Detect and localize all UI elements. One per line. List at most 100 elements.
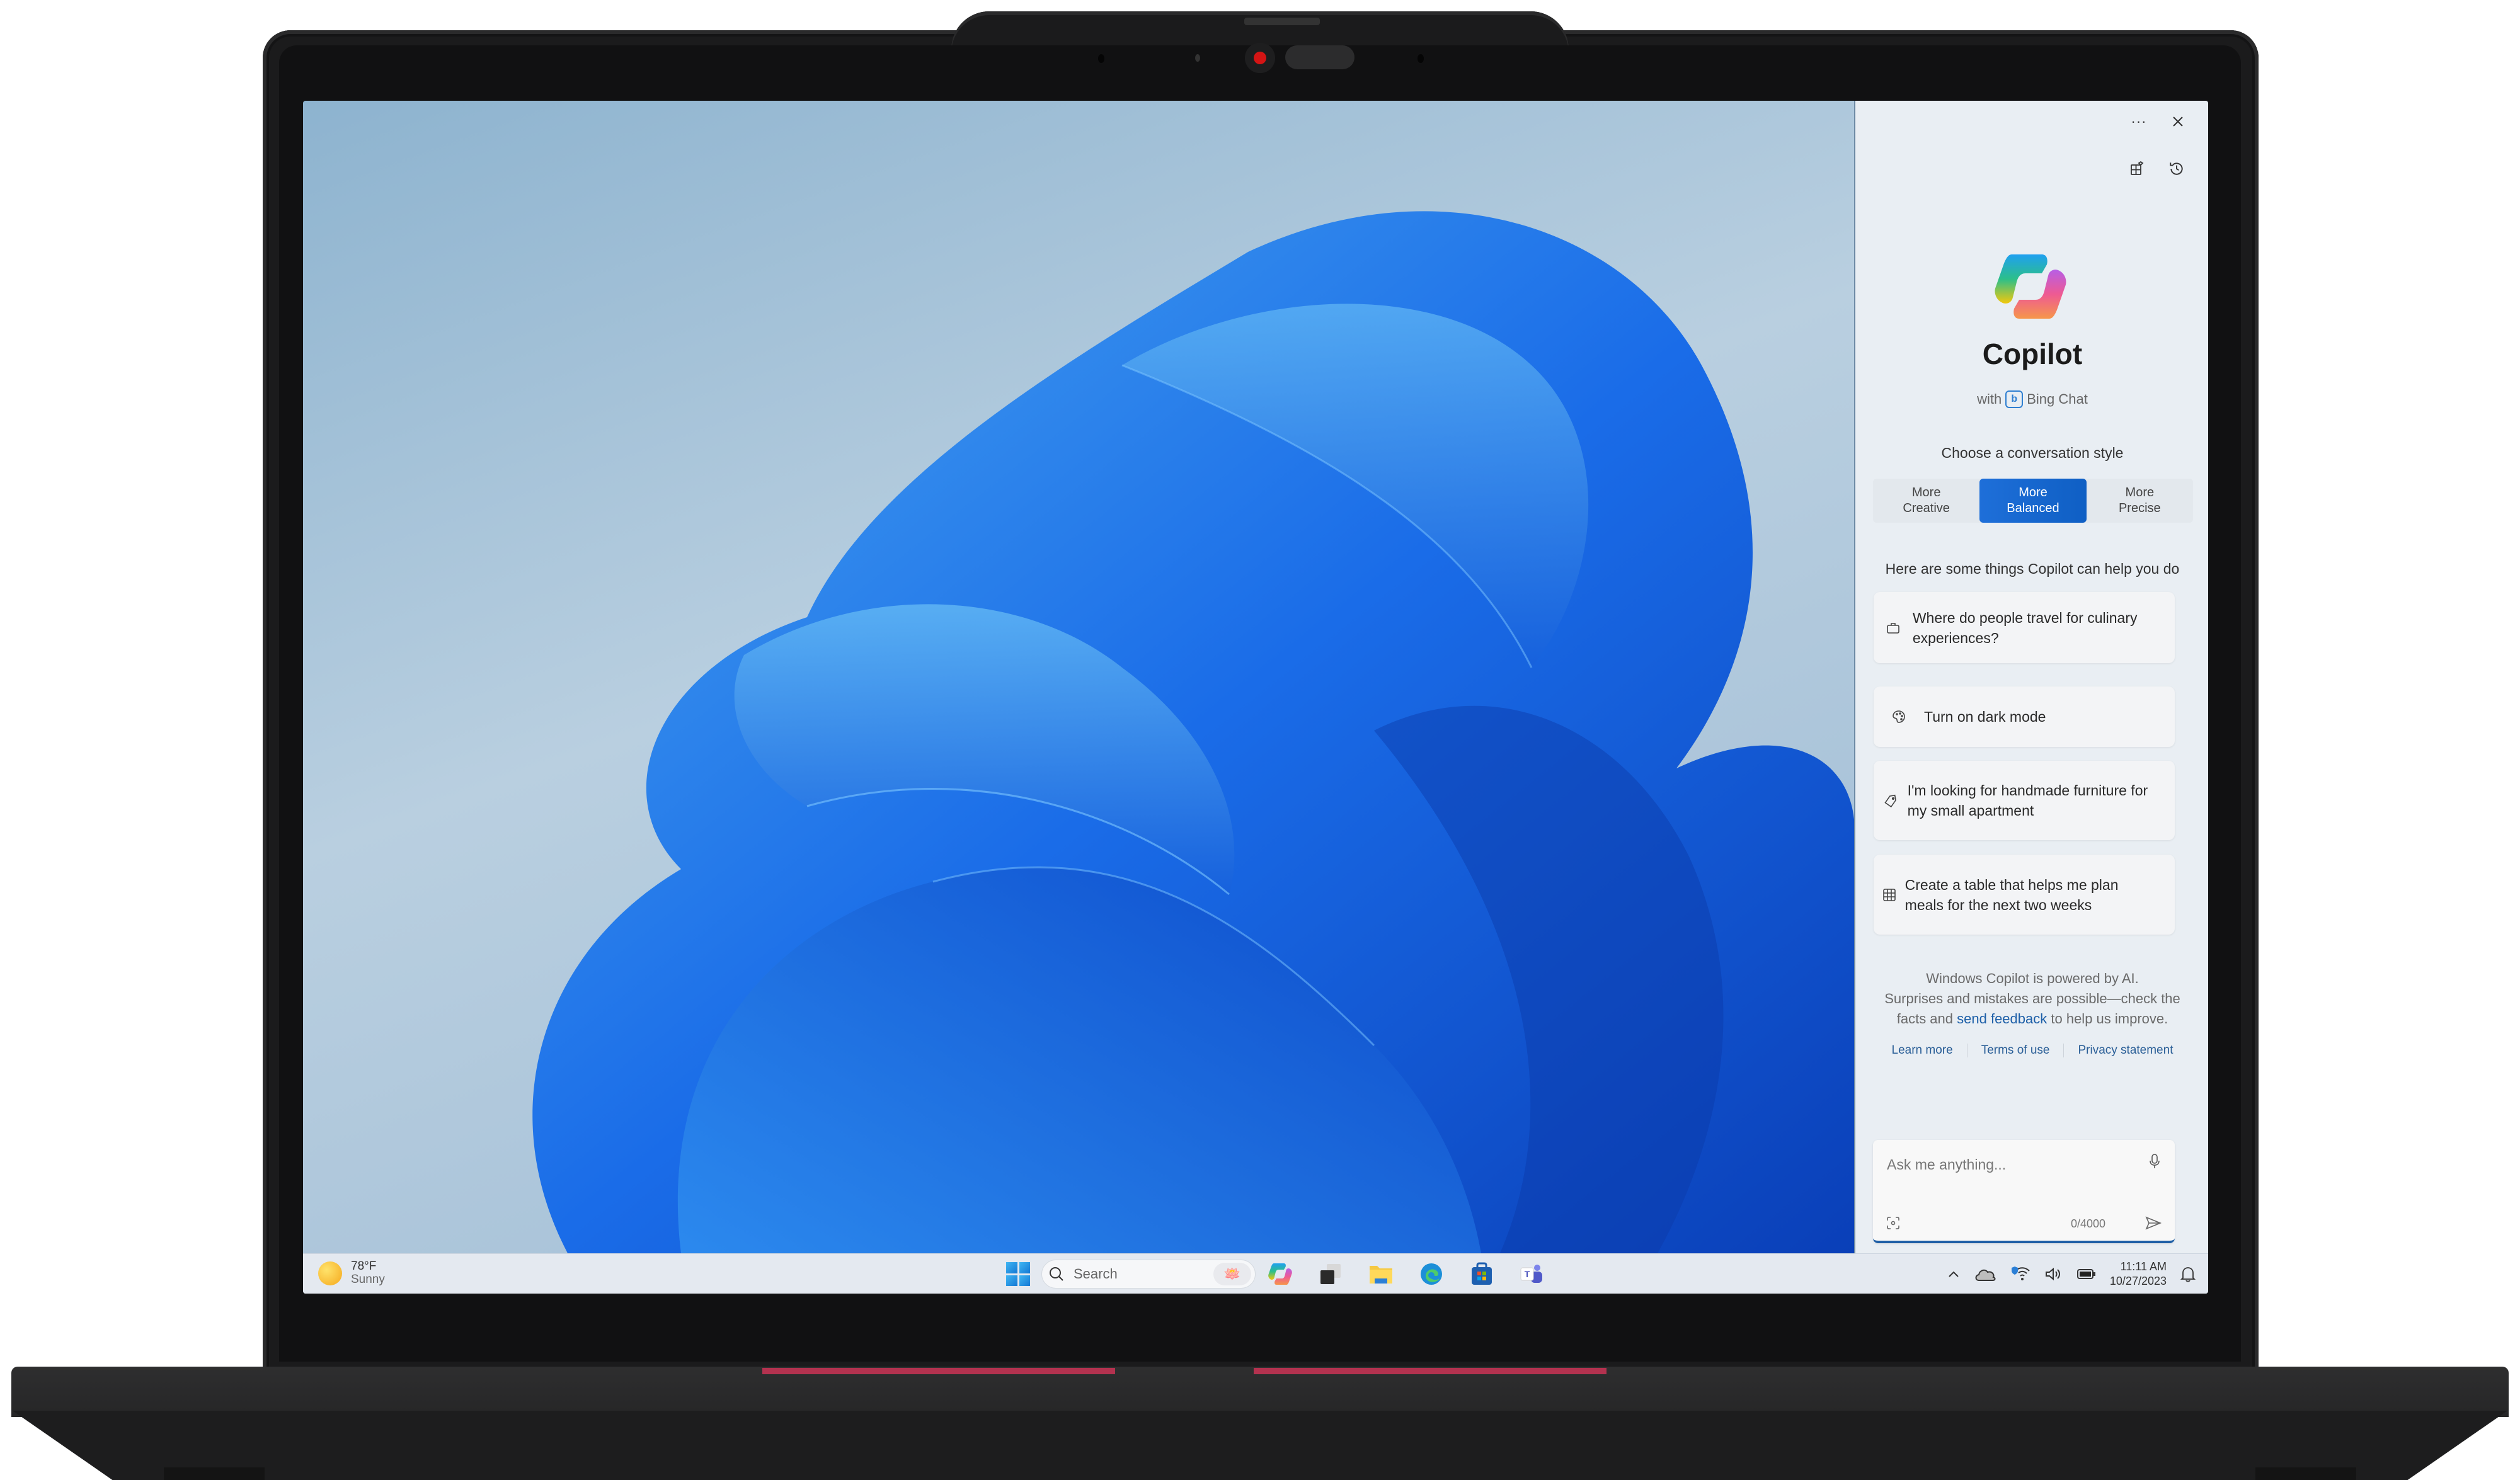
search-highlight-lotus-icon: 🪷 [1213,1263,1251,1285]
microphone-button[interactable] [2143,1149,2166,1174]
chat-input[interactable] [1886,1151,2140,1178]
character-counter: 0/4000 [2070,1217,2105,1230]
show-hidden-icons-button[interactable] [1947,1270,1960,1278]
network-button[interactable] [2010,1266,2030,1282]
folder-icon [1370,1266,1392,1284]
style-balanced-line1: More [2019,486,2048,499]
clock[interactable]: 11:11 AM 10/27/2023 [2110,1260,2167,1289]
screenshot-button[interactable] [1882,1212,1904,1234]
hinge-accent-right [1254,1368,1606,1374]
laptop-foot-right [2255,1467,2356,1480]
plugins-button[interactable] [2124,156,2150,181]
footer-links: Learn more Terms of use Privacy statemen… [1855,1044,2208,1057]
laptop-base [11,1367,2509,1417]
bing-icon: b [2005,390,2024,408]
battery-icon [2076,1269,2095,1279]
volume-button[interactable] [2044,1267,2063,1282]
history-icon [2170,162,2183,175]
terms-of-use-link[interactable]: Terms of use [1981,1044,2050,1057]
sunny-icon [318,1261,342,1285]
lid-notch [951,11,1569,49]
wifi-shield-icon [2011,1267,2030,1280]
send-feedback-link[interactable]: send feedback [1957,1011,2047,1027]
ir-sensor [1098,54,1104,63]
task-view-icon [1320,1264,1341,1284]
conversation-style-label: Choose a conversation style [1941,445,2124,461]
windows-logo-pane [1006,1275,1017,1286]
weather-temperature: 78°F [351,1260,377,1273]
onedrive-cloud-icon [1975,1269,1996,1281]
notifications-button[interactable] [2180,1266,2196,1282]
taskbar-apps: Search 🪷 T [1006,1259,1545,1289]
suggestion-text: I'm looking for handmade furniture for m… [1907,782,2148,819]
suggestion-text: Create a table that helps me plan meals … [1904,876,2119,913]
taskbar: 78°F Sunny Search 🪷 T 11:11 AM 10/27/202… [303,1253,2208,1294]
svg-text:T: T [1525,1269,1530,1279]
screenshot-icon [1887,1217,1899,1229]
store-icon [1472,1262,1492,1285]
tag-icon [1884,794,1896,808]
style-creative-line1: More [1911,486,1941,499]
windows-logo-pane [1019,1275,1030,1286]
suggestion-card-travel[interactable]: Where do people travel for culinary expe… [1874,592,2175,663]
microphone [1418,54,1424,63]
style-creative-line2: Creative [1903,501,1950,515]
link-divider [2063,1044,2065,1057]
subtitle-prefix: with [1977,391,2002,407]
clock-time: 11:11 AM [2120,1260,2167,1273]
style-precise-line1: More [2125,486,2155,499]
copilot-title: Copilot [1982,338,2083,370]
teams-icon: T [1520,1265,1542,1283]
chevron-up-icon [1949,1271,1959,1277]
style-precise-button[interactable]: More Precise [2087,479,2193,523]
battery-button[interactable] [2076,1268,2096,1280]
clock-date: 10/27/2023 [2109,1275,2167,1287]
taskbar-file-explorer[interactable] [1368,1261,1394,1287]
disclaimer-line1: Windows Copilot is powered by AI. [1926,971,2139,986]
weather-condition: Sunny [351,1273,385,1286]
suggestion-card-meal-plan[interactable]: Create a table that helps me plan meals … [1874,855,2175,935]
copilot-panel: ··· Copilot with b Bing Chat Choose a co… [1854,101,2208,1253]
weather-widget[interactable]: 78°F Sunny [318,1260,385,1287]
learn-more-link[interactable]: Learn more [1892,1044,1953,1057]
system-tray: 11:11 AM 10/27/2023 [1947,1258,2196,1290]
taskbar-teams[interactable]: T [1519,1261,1545,1287]
suggestion-card-dark-mode[interactable]: Turn on dark mode [1874,686,2175,747]
conversation-style-selector: More Creative More Balanced More Precise [1873,479,2193,523]
history-button[interactable] [2164,156,2189,181]
suggestion-text: Where do people travel for culinary expe… [1912,609,2138,646]
style-creative-button[interactable]: More Creative [1873,479,1979,523]
laptop-foot-left [164,1467,265,1480]
disclaimer-suffix: to help us improve. [2051,1011,2168,1027]
taskbar-search[interactable]: Search 🪷 [1041,1260,1256,1289]
style-balanced-button[interactable]: More Balanced [1979,479,2087,523]
briefcase-icon [1887,622,1899,634]
chat-input-box: 0/4000 [1873,1140,2175,1243]
ambient-sensor [1195,54,1200,62]
ai-disclaimer: Windows Copilot is powered by AI. Surpri… [1881,969,2184,1029]
more-icon: ··· [2131,113,2147,129]
close-button[interactable] [2165,111,2191,132]
taskbar-copilot[interactable] [1267,1261,1293,1287]
search-placeholder: Search [1074,1266,1118,1282]
send-button[interactable] [2141,1210,2166,1236]
more-options-button[interactable]: ··· [2126,112,2151,131]
onedrive-button[interactable] [1974,1267,1996,1282]
close-icon [2173,117,2183,127]
start-button[interactable] [1006,1262,1030,1286]
hinge-accent-left [762,1368,1115,1374]
microphone-icon [2150,1154,2160,1168]
suggestions-heading: Here are some things Copilot can help yo… [1885,561,2180,577]
palette-icon [1893,710,1905,723]
suggestion-text: Turn on dark mode [1924,709,2046,725]
taskbar-edge[interactable] [1418,1261,1445,1287]
suggestion-card-furniture[interactable]: I'm looking for handmade furniture for m… [1874,761,2175,840]
privacy-statement-link[interactable]: Privacy statement [2078,1044,2173,1057]
subtitle-brand: Bing Chat [2027,391,2088,407]
taskbar-task-view[interactable] [1317,1261,1344,1287]
windows-logo-pane [1019,1262,1030,1273]
style-balanced-line2: Balanced [2007,501,2059,515]
bell-icon [2180,1267,2196,1282]
copilot-icon [1268,1263,1292,1285]
taskbar-store[interactable] [1469,1261,1495,1287]
